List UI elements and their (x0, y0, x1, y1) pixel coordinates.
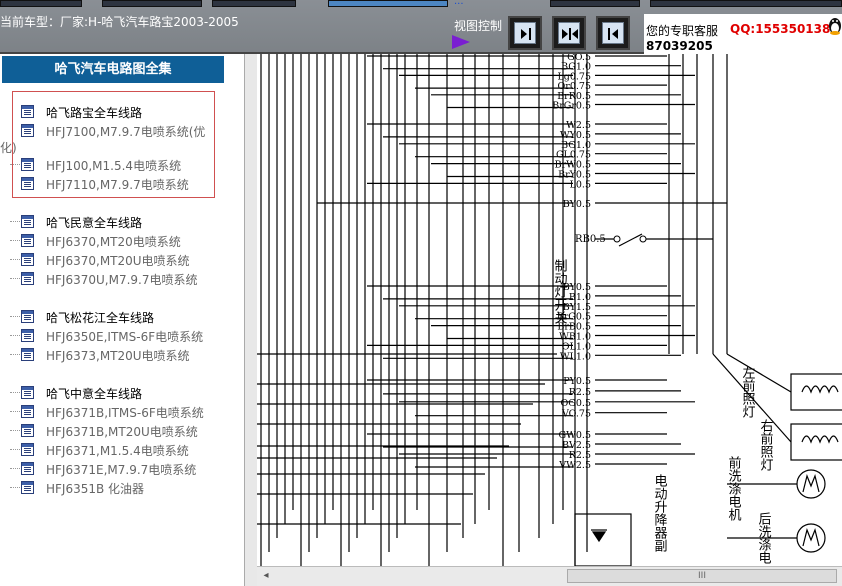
arrow-left-icon (602, 22, 624, 44)
horizontal-scrollbar[interactable]: ◂ III (257, 566, 842, 586)
document-icon (21, 405, 34, 418)
top-tab-3[interactable] (212, 0, 296, 7)
scrollbar-thumb[interactable]: III (567, 569, 837, 583)
wiring-diagram: GO.5BG1.0Lg0.75Or0.75BrR0.5BrGr0.5W2.5WY… (257, 54, 842, 566)
tree-item-label: HFJ6371,M1.5.4电喷系统 (46, 444, 189, 458)
document-icon (21, 443, 34, 456)
arrow-right-to-bar-icon (514, 22, 536, 44)
wire-label: R2.5 (569, 387, 591, 398)
tree-item-wrap-text: 化) (0, 141, 17, 155)
document-icon (21, 386, 34, 399)
tree-item-label: HFJ100,M1.5.4电喷系统 (46, 159, 182, 173)
sidebar-title: 哈飞汽车电路图全集 (2, 56, 224, 83)
tree-item-label: HFJ6371B,ITMS-6F电喷系统 (46, 406, 204, 420)
wire-label: VW2.5 (558, 460, 591, 471)
top-tab-2[interactable] (102, 0, 202, 7)
document-icon (21, 158, 34, 171)
window-lift-label: 电动升降器副 (652, 474, 668, 552)
document-icon (21, 272, 34, 285)
document-icon (21, 329, 34, 342)
top-tab-strip: ... (0, 0, 842, 8)
top-tab-5[interactable] (550, 0, 640, 7)
service-qq-link[interactable]: QQ:1553501388 (730, 22, 839, 36)
tree-group-label: 哈飞松花江全车线路 (46, 311, 155, 325)
document-icon (21, 481, 34, 494)
document-icon (21, 105, 34, 118)
wire-label: PY0.5 (563, 376, 591, 387)
document-icon (21, 348, 34, 361)
brake-switch-wire-label: RB0.5 (575, 234, 606, 245)
tree-group-label: 哈飞民意全车线路 (46, 216, 143, 230)
tree-item-label: HFJ6370,MT20电喷系统 (46, 235, 181, 249)
service-label: 您的专职客服 (646, 24, 719, 38)
view-back-button[interactable] (596, 16, 630, 50)
tree-group-label: 哈飞中意全车线路 (46, 387, 143, 401)
wire-label: WL1.0 (560, 351, 591, 362)
tree-item-label: HFJ6370U,M7.9.7电喷系统 (46, 273, 198, 287)
wire (726, 353, 792, 393)
wire-lines (257, 54, 797, 566)
service-number: 87039205 (646, 39, 713, 53)
tree-item-label: HFJ7100,M7.9.7电喷系统(优 (46, 125, 206, 139)
tree-item-label: HFJ6350E,ITMS-6F电喷系统 (46, 330, 204, 344)
front-left-lamp-label: 左前照灯 (740, 366, 756, 419)
document-icon (21, 253, 34, 266)
document-icon (21, 424, 34, 437)
document-icon (21, 234, 34, 247)
front-washer-label: 前洗涤电机 (726, 455, 742, 522)
document-icon (21, 124, 34, 137)
wire-label: VO.75 (561, 409, 591, 420)
wire-label: BrGr0.5 (552, 101, 591, 112)
top-toolbar: ... 当前车型：厂家:H-哈飞汽车路宝2003-2005 视图控制 您的专职客… (0, 0, 842, 54)
tree-item-label: HFJ7110,M7.9.7电喷系统 (46, 178, 189, 192)
document-icon (21, 177, 34, 190)
customer-service-panel: 您的专职客服 QQ:1553501388 87039205 (644, 14, 842, 54)
document-icon (21, 215, 34, 228)
rear-washer-label: 后洗涤电 (756, 512, 772, 564)
tree-group-label: 哈飞路宝全车线路 (46, 106, 143, 120)
tab-ellipsis[interactable]: ... (454, 0, 464, 7)
arrows-collapse-icon (558, 22, 580, 44)
wire-label: BY0.5 (563, 199, 591, 210)
scroll-left-arrow-icon[interactable]: ◂ (259, 569, 273, 583)
tree-item-label: HFJ6371E,M7.9.7电喷系统 (46, 463, 197, 477)
top-tab-active[interactable] (328, 0, 448, 7)
qq-penguin-icon[interactable] (828, 15, 842, 35)
document-icon (21, 462, 34, 475)
brake-switch-label: 制动灯开关 (552, 259, 568, 324)
tree-item-label: HFJ6371B,MT20U电喷系统 (46, 425, 198, 439)
wire-label: L0.5 (570, 179, 591, 190)
view-control-label: 视图控制 (454, 19, 503, 33)
sidebar: 哈飞汽车电路图全集 哈飞路宝全车线路 HFJ7100,M7.9.7电喷系统(优 … (0, 54, 244, 586)
tree-item-label: HFJ6373,MT20U电喷系统 (46, 349, 190, 363)
view-collapse-button[interactable] (552, 16, 586, 50)
component-symbols (574, 373, 842, 566)
current-car-model: 当前车型：厂家:H-哈飞汽车路宝2003-2005 (0, 15, 239, 29)
purple-arrow-icon (452, 35, 470, 49)
wire-label: OG0.5 (561, 398, 592, 409)
view-fit-right-button[interactable] (508, 16, 542, 50)
top-tab-6[interactable] (650, 0, 842, 7)
top-tab-1[interactable] (0, 0, 82, 7)
document-icon (21, 310, 34, 323)
front-right-lamp-label: 右前照灯 (758, 419, 774, 472)
pane-splitter[interactable] (244, 54, 257, 586)
tree-item-label: HFJ6370,MT20U电喷系统 (46, 254, 190, 268)
wiring-diagram-view[interactable]: GO.5 BG1.0 Lg0.75 Or0.75 BrR0.5 BrGr0.5 W2.5 WY… (257, 54, 842, 566)
brake-switch-symbol (613, 233, 647, 247)
tree-item-label: HFJ6351B 化油器 (46, 482, 145, 496)
